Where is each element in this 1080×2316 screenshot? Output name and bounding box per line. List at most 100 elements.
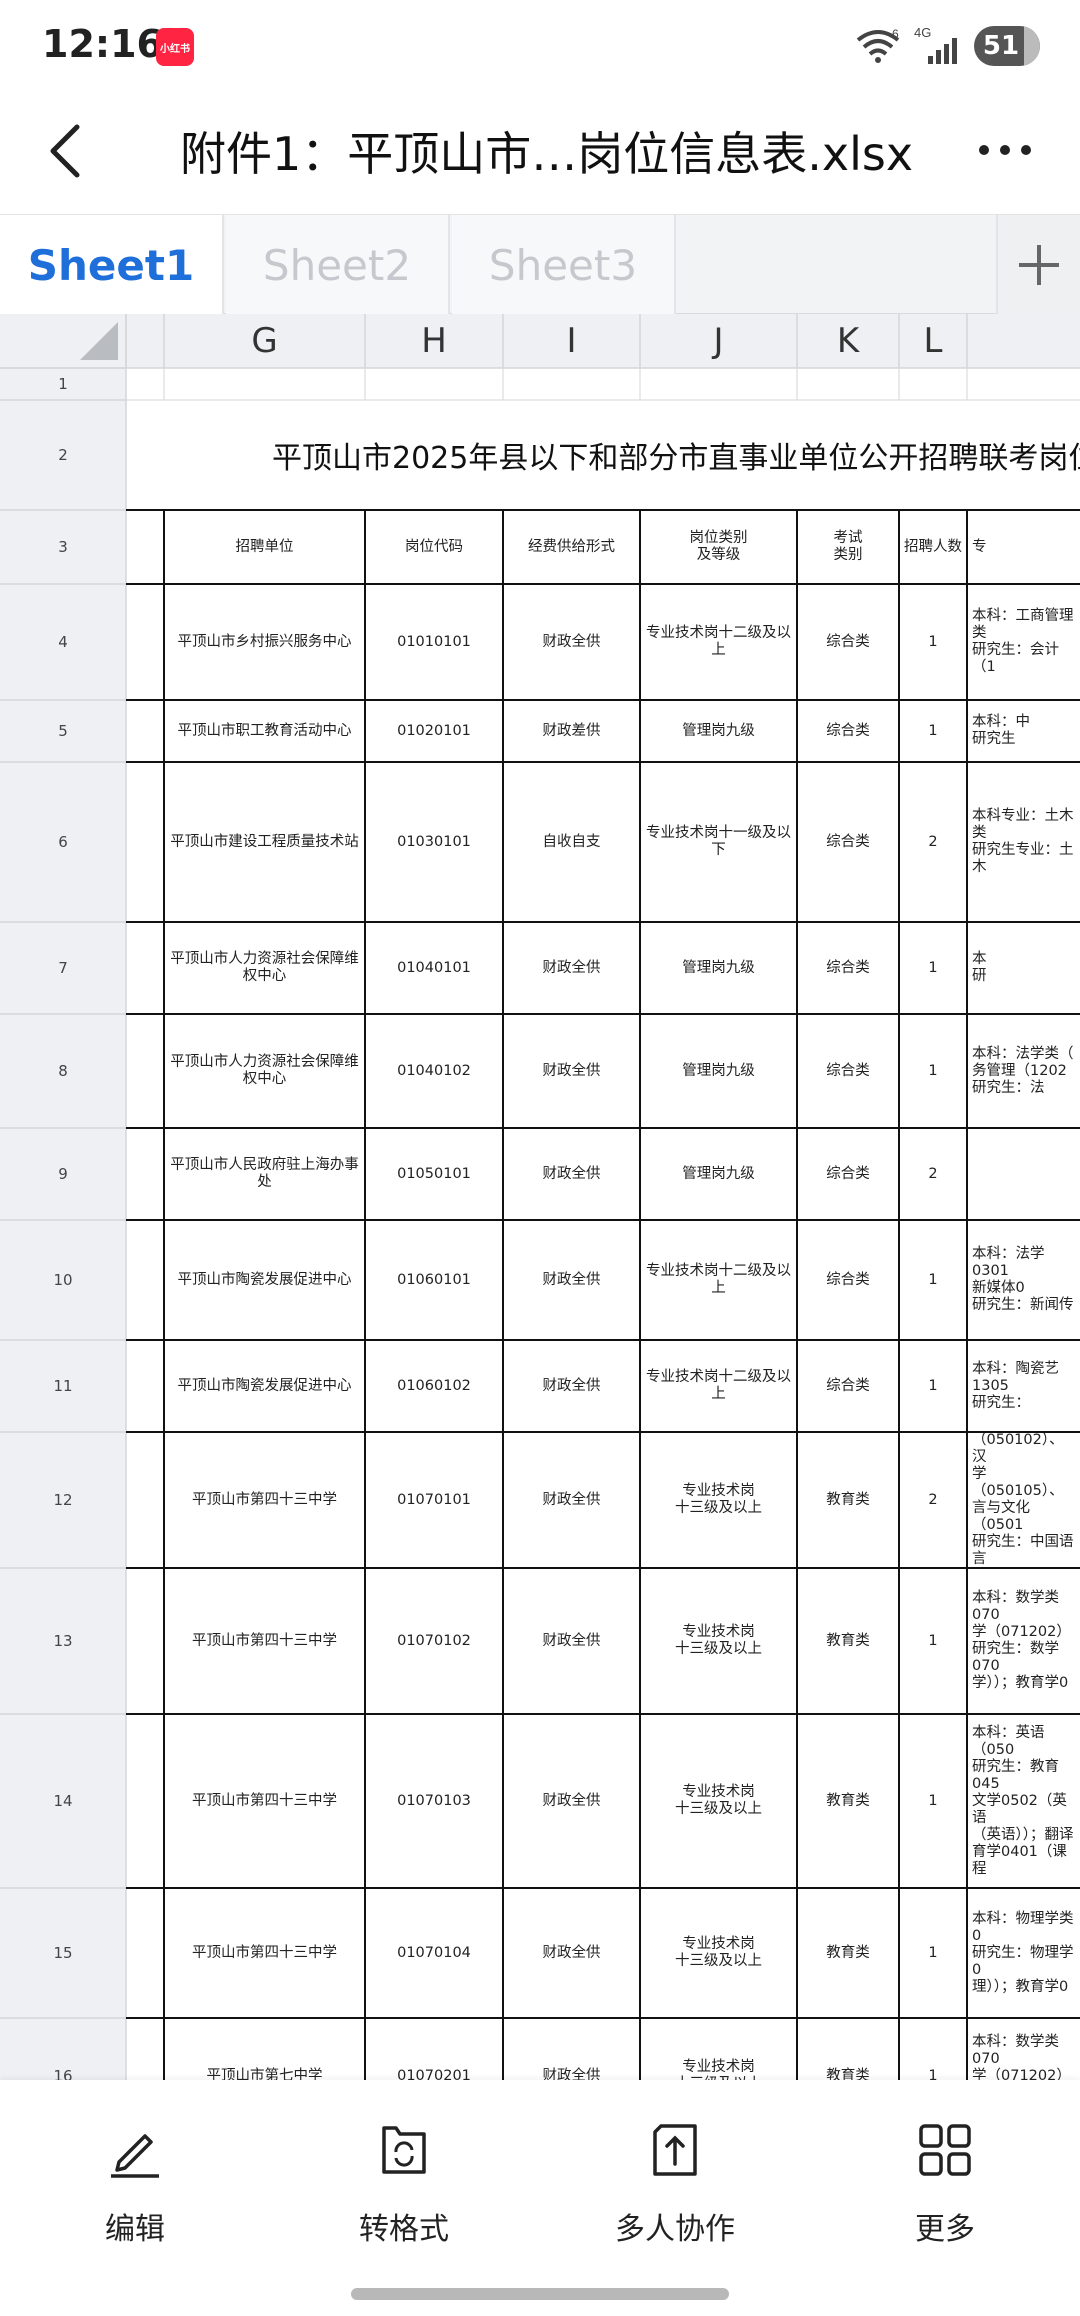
table-cell-category[interactable]: 专业技术岗 十三级及以上: [641, 1715, 796, 1887]
row-header[interactable]: 9: [0, 1128, 126, 1220]
table-cell-exam[interactable]: 综合类: [798, 923, 898, 1013]
table-cell-unit[interactable]: 平顶山市陶瓷发展促进中心: [165, 1221, 364, 1339]
table-cell-major[interactable]: 本科：数学类070 学（071202） 研究生：数学070: [968, 2019, 1079, 2081]
table-header-exam[interactable]: 考试 类别: [798, 511, 898, 583]
row-header[interactable]: 4: [0, 584, 126, 700]
table-cell-category[interactable]: 专业技术岗 十三级及以上: [641, 2019, 796, 2080]
edit-button[interactable]: 编辑: [35, 2120, 235, 2248]
row-header[interactable]: 6: [0, 762, 126, 922]
more-button[interactable]: 更多: [845, 2120, 1045, 2248]
table-cell-exam[interactable]: 教育类: [798, 1569, 898, 1713]
table-cell-count[interactable]: 1: [900, 1341, 966, 1431]
table-cell-unit[interactable]: 平顶山市乡村振兴服务中心: [165, 585, 364, 699]
column-header-g[interactable]: G: [164, 314, 365, 368]
add-sheet-button[interactable]: [996, 215, 1080, 315]
table-cell-code[interactable]: 01040101: [366, 923, 502, 1013]
table-cell-count[interactable]: 1: [900, 1715, 966, 1887]
table-cell-exam[interactable]: 教育类: [798, 2019, 898, 2081]
table-header-category[interactable]: 岗位类别 及等级: [641, 511, 796, 583]
tab-sheet3[interactable]: Sheet3: [452, 215, 676, 315]
table-cell-code[interactable]: 01020101: [366, 701, 502, 761]
table-cell-category[interactable]: 管理岗九级: [641, 1129, 796, 1219]
table-cell-exam[interactable]: 综合类: [798, 1341, 898, 1431]
row-header[interactable]: 3: [0, 510, 126, 584]
column-header-j[interactable]: J: [640, 314, 797, 368]
table-cell-exam[interactable]: 综合类: [798, 701, 898, 761]
table-cell-funding[interactable]: 财政全供: [504, 1221, 639, 1339]
table-header-unit[interactable]: 招聘单位: [165, 511, 364, 583]
table-cell-major[interactable]: 本科专业：土木类 研究生专业：土木: [968, 763, 1079, 921]
table-cell-category[interactable]: 专业技术岗十二级及以上: [641, 1341, 796, 1431]
table-cell-major[interactable]: 本科：物理学类0 研究生：物理学0 理））；教育学0: [968, 1889, 1079, 2017]
table-cell-funding[interactable]: 财政全供: [504, 1889, 639, 2017]
table-cell-category[interactable]: 专业技术岗十二级及以上: [641, 585, 796, 699]
table-cell-code[interactable]: 01070201: [366, 2019, 502, 2081]
table-cell-count[interactable]: 1: [900, 1221, 966, 1339]
table-cell-unit[interactable]: 平顶山市职工教育活动中心: [165, 701, 364, 761]
home-indicator[interactable]: [351, 2288, 729, 2300]
table-cell-category[interactable]: 管理岗九级: [641, 1015, 796, 1127]
table-cell-count[interactable]: 1: [900, 1889, 966, 2017]
table-cell-exam[interactable]: 教育类: [798, 1433, 898, 1567]
row-header[interactable]: 2: [0, 400, 126, 510]
table-cell-code[interactable]: 01070104: [366, 1889, 502, 2017]
table-cell-code[interactable]: 01060102: [366, 1341, 502, 1431]
column-header-l[interactable]: L: [899, 314, 967, 368]
table-cell-category[interactable]: 专业技术岗十二级及以上: [641, 1221, 796, 1339]
table-cell-funding[interactable]: 财政全供: [504, 1569, 639, 1713]
table-cell-count[interactable]: 1: [900, 923, 966, 1013]
table-cell-category[interactable]: 管理岗九级: [641, 701, 796, 761]
table-cell-count[interactable]: 1: [900, 2019, 966, 2081]
table-cell-major[interactable]: 本科：陶瓷艺 1305 研究生：: [968, 1341, 1079, 1431]
table-cell-major[interactable]: 本科：工商管理类 研究生：会计（1: [968, 585, 1079, 699]
table-cell-unit[interactable]: 平顶山市第四十三中学: [165, 1889, 364, 2017]
table-cell-count[interactable]: 1: [900, 585, 966, 699]
column-header-h[interactable]: H: [365, 314, 503, 368]
row-header[interactable]: 13: [0, 1568, 126, 1714]
table-cell-unit[interactable]: 平顶山市第七中学: [165, 2019, 364, 2081]
more-options-button[interactable]: [970, 120, 1040, 180]
row-header[interactable]: 16: [0, 2018, 126, 2080]
table-cell-major[interactable]: 本科：数学类070 学（071202） 研究生：数学070 学））；教育学0: [968, 1569, 1079, 1713]
table-cell-major[interactable]: 本科：汉语言文学 （050102）、汉 学（050105）、 言与文化（0501…: [968, 1433, 1079, 1567]
table-cell-count[interactable]: 2: [900, 1129, 966, 1219]
table-cell-code[interactable]: 01010101: [366, 585, 502, 699]
table-cell-exam[interactable]: 综合类: [798, 585, 898, 699]
table-cell-category[interactable]: 专业技术岗 十三级及以上: [641, 1889, 796, 2017]
table-cell-funding[interactable]: 财政全供: [504, 1015, 639, 1127]
row-header[interactable]: 10: [0, 1220, 126, 1340]
table-cell-unit[interactable]: 平顶山市人力资源社会保障维权中心: [165, 1015, 364, 1127]
table-cell-funding[interactable]: 财政全供: [504, 923, 639, 1013]
row-header[interactable]: 14: [0, 1714, 126, 1888]
table-cell-code[interactable]: 01050101: [366, 1129, 502, 1219]
table-cell-code[interactable]: 01040102: [366, 1015, 502, 1127]
table-cell-exam[interactable]: 教育类: [798, 1715, 898, 1887]
table-header-funding[interactable]: 经费供给形式: [504, 511, 639, 583]
table-cell-category[interactable]: 管理岗九级: [641, 923, 796, 1013]
table-cell-funding[interactable]: 财政全供: [504, 1715, 639, 1887]
table-cell-count[interactable]: 2: [900, 763, 966, 921]
table-cell-category[interactable]: 专业技术岗 十三级及以上: [641, 1433, 796, 1567]
table-cell-code[interactable]: 01070103: [366, 1715, 502, 1887]
table-cell-funding[interactable]: 财政差供: [504, 701, 639, 761]
collaborate-button[interactable]: 多人协作: [575, 2120, 775, 2248]
row-header[interactable]: 5: [0, 700, 126, 762]
table-cell-major[interactable]: 本科：法学0301 新媒体0 研究生：新闻传: [968, 1221, 1079, 1339]
table-cell-count[interactable]: 1: [900, 1015, 966, 1127]
table-cell-unit[interactable]: 平顶山市陶瓷发展促进中心: [165, 1341, 364, 1431]
column-header-i[interactable]: I: [503, 314, 640, 368]
table-cell-unit[interactable]: 平顶山市建设工程质量技术站: [165, 763, 364, 921]
table-cell-count[interactable]: 1: [900, 701, 966, 761]
table-cell-exam[interactable]: 综合类: [798, 1015, 898, 1127]
table-cell-exam[interactable]: 综合类: [798, 1221, 898, 1339]
row-header[interactable]: 12: [0, 1432, 126, 1568]
table-cell-code[interactable]: 01030101: [366, 763, 502, 921]
table-cell-unit[interactable]: 平顶山市第四十三中学: [165, 1569, 364, 1713]
row-header[interactable]: 1: [0, 368, 126, 400]
table-header-code[interactable]: 岗位代码: [366, 511, 502, 583]
row-header[interactable]: 11: [0, 1340, 126, 1432]
table-cell-code[interactable]: 01070101: [366, 1433, 502, 1567]
table-cell-funding[interactable]: 财政全供: [504, 585, 639, 699]
convert-format-button[interactable]: 转格式: [304, 2120, 504, 2248]
table-cell-funding[interactable]: 财政全供: [504, 1341, 639, 1431]
